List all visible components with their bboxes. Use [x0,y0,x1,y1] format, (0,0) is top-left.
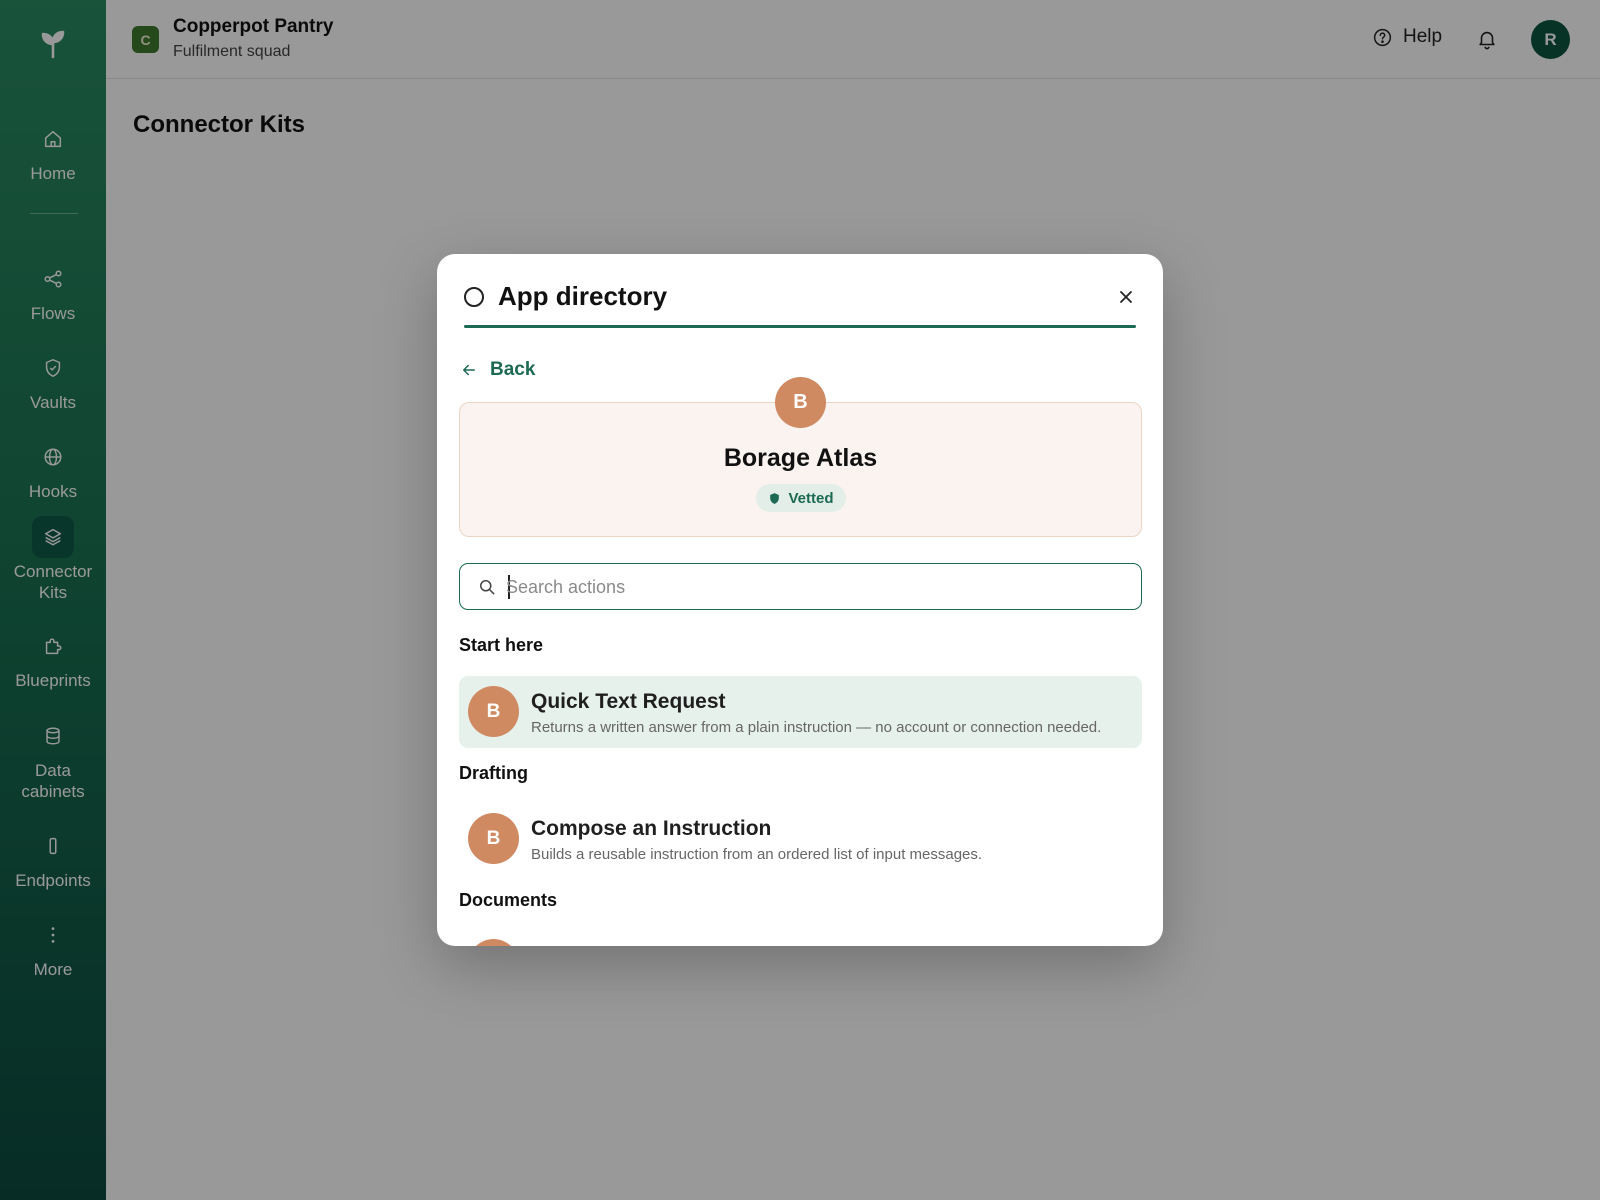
section-heading-start-here: Start here [459,635,544,655]
vetted-label: Vetted [788,489,834,507]
shield-icon [770,492,780,504]
app-avatar: B [775,377,826,428]
action-title: Quick Text Request [531,690,726,713]
action-title: Compose an Instruction [531,817,772,840]
action-compose-an-instruction[interactable]: B Compose an Instruction Builds a reusab… [459,803,1142,875]
modal-title: App directory [498,281,668,311]
action-description: Builds a reusable instruction from an or… [531,846,983,863]
action-quick-text-request[interactable]: B Quick Text Request Returns a written a… [459,676,1142,748]
action-description: Returns a written answer from a plain in… [531,719,1102,736]
close-icon[interactable] [1114,285,1138,309]
circle-icon [464,287,484,307]
search-icon [480,580,495,595]
action-avatar: B [468,813,519,864]
vetted-badge: Vetted [756,484,846,512]
app-name: Borage Atlas [723,444,878,472]
search-actions-field[interactable] [459,563,1142,610]
action-avatar: B [468,686,519,737]
section-heading-drafting: Drafting [459,763,528,783]
search-input[interactable] [506,572,1126,602]
title-underline [464,325,1136,328]
app-directory-modal: App directory Back B Borage Atlas Vetted… [437,254,1163,946]
arrow-left-icon [463,364,475,376]
section-heading-documents: Documents [459,890,558,910]
back-label: Back [490,359,536,380]
back-button[interactable]: Back [460,359,535,381]
action-avatar-partial[interactable] [468,939,519,946]
